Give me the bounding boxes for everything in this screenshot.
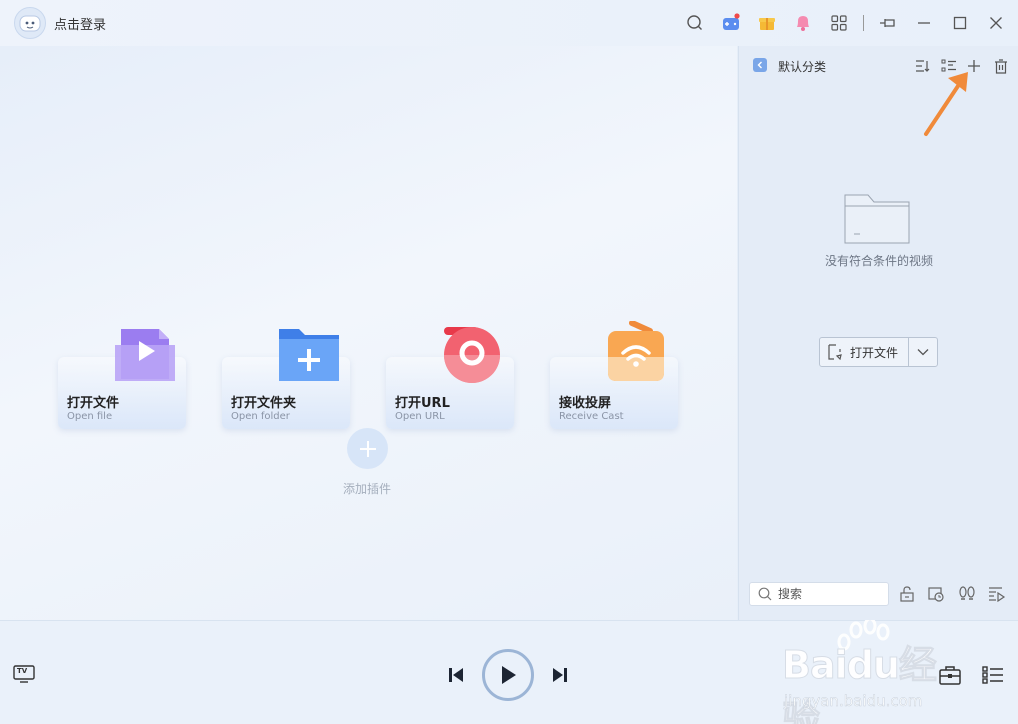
gift-icon — [759, 18, 775, 30]
close-icon — [990, 17, 1002, 29]
playlist-play-button[interactable] — [987, 584, 1007, 604]
card-title: 打开URL — [395, 396, 450, 411]
search-input[interactable] — [778, 587, 878, 601]
playlist-toggle-button[interactable] — [981, 663, 1005, 687]
grid-icon — [831, 15, 847, 31]
folder-plus-icon — [279, 329, 339, 381]
close-button[interactable] — [984, 11, 1008, 35]
pin-button[interactable] — [876, 11, 900, 35]
toolbox-button[interactable] — [938, 663, 962, 687]
skip-next-icon — [553, 668, 567, 682]
sort-button[interactable] — [914, 57, 932, 75]
card-title: 接收投屏 — [559, 396, 612, 411]
history-button[interactable] — [926, 584, 946, 604]
gamepad-icon — [723, 13, 740, 30]
gift-button[interactable] — [755, 11, 779, 35]
maximize-button[interactable] — [948, 11, 972, 35]
skip-previous-icon — [449, 668, 463, 682]
add-plugin-button[interactable] — [347, 428, 388, 469]
minimize-button[interactable] — [912, 11, 936, 35]
card-title: 打开文件夹 — [231, 396, 297, 411]
cast-wifi-icon — [608, 321, 664, 381]
robot-avatar-icon — [19, 15, 41, 32]
delete-button[interactable] — [992, 57, 1010, 75]
playback-bar: TV — [0, 620, 1018, 724]
open-file-label: 打开文件 — [850, 345, 899, 360]
plus-icon — [359, 440, 376, 457]
open-file-card[interactable]: 打开文件 Open file — [58, 329, 186, 429]
playlist-sidebar: 默认分类 没有符合条件的视频 打开文件 — [738, 46, 1018, 620]
chevron-left-icon — [757, 61, 762, 69]
main-panel: 打开文件 Open file 打开文件夹 Open folder 打开URL O… — [0, 46, 737, 620]
collapse-sidebar-button[interactable] — [753, 58, 767, 72]
open-url-card[interactable]: 打开URL Open URL — [386, 327, 514, 429]
play-button[interactable] — [482, 649, 534, 701]
empty-folder-icon — [844, 194, 910, 244]
add-category-button[interactable] — [965, 57, 983, 75]
cast-tv-button[interactable]: TV — [12, 665, 36, 683]
tv-label: TV — [17, 667, 28, 675]
play-file-icon — [115, 329, 175, 381]
footprint-button[interactable] — [957, 584, 977, 604]
search-button[interactable] — [683, 11, 707, 35]
category-title[interactable]: 默认分类 — [778, 58, 826, 75]
card-subtitle: Open file — [67, 411, 113, 422]
login-link[interactable]: 点击登录 — [54, 14, 106, 33]
footprint-icon — [959, 586, 975, 600]
pin-icon — [880, 19, 895, 27]
open-folder-card[interactable]: 打开文件夹 Open folder — [222, 329, 350, 429]
open-file-button[interactable]: 打开文件 — [820, 338, 910, 366]
card-title: 打开文件 — [67, 396, 120, 411]
sort-icon — [916, 60, 930, 72]
history-icon — [928, 587, 944, 602]
title-bar: 点击登录 — [0, 0, 1018, 46]
search-field — [749, 582, 889, 606]
card-subtitle: Open folder — [231, 411, 290, 422]
trash-icon — [995, 58, 1007, 74]
previous-button[interactable] — [445, 664, 467, 686]
search-icon — [758, 587, 772, 601]
notification-button[interactable] — [791, 11, 815, 35]
list-view-button[interactable] — [940, 57, 958, 75]
receive-cast-card[interactable]: 接收投屏 Receive Cast — [550, 321, 678, 429]
lock-icon — [900, 586, 914, 602]
plus-icon — [968, 60, 980, 72]
toolbox-icon — [939, 666, 961, 685]
open-file-split-button: 打开文件 — [819, 337, 938, 367]
open-file-dropdown[interactable] — [909, 338, 937, 366]
minimize-icon — [918, 22, 930, 24]
search-icon — [687, 15, 702, 30]
titlebar-divider — [863, 15, 864, 31]
game-button[interactable] — [719, 11, 743, 35]
file-open-icon — [828, 344, 842, 360]
apps-button[interactable] — [827, 11, 851, 35]
chevron-down-icon — [917, 349, 929, 356]
maximize-icon — [953, 16, 967, 30]
card-subtitle: Receive Cast — [559, 411, 624, 422]
bell-icon — [797, 16, 809, 31]
empty-state-text: 没有符合条件的视频 — [825, 254, 934, 268]
playlist-play-icon — [989, 587, 1006, 602]
url-record-icon — [444, 327, 500, 383]
play-icon — [502, 666, 516, 684]
playlist-icon — [982, 666, 1003, 684]
add-plugin-label: 添加插件 — [343, 482, 392, 496]
lock-button[interactable] — [897, 584, 917, 604]
avatar[interactable] — [14, 7, 46, 39]
checklist-icon — [941, 59, 956, 72]
next-button[interactable] — [549, 664, 571, 686]
card-subtitle: Open URL — [395, 411, 445, 422]
